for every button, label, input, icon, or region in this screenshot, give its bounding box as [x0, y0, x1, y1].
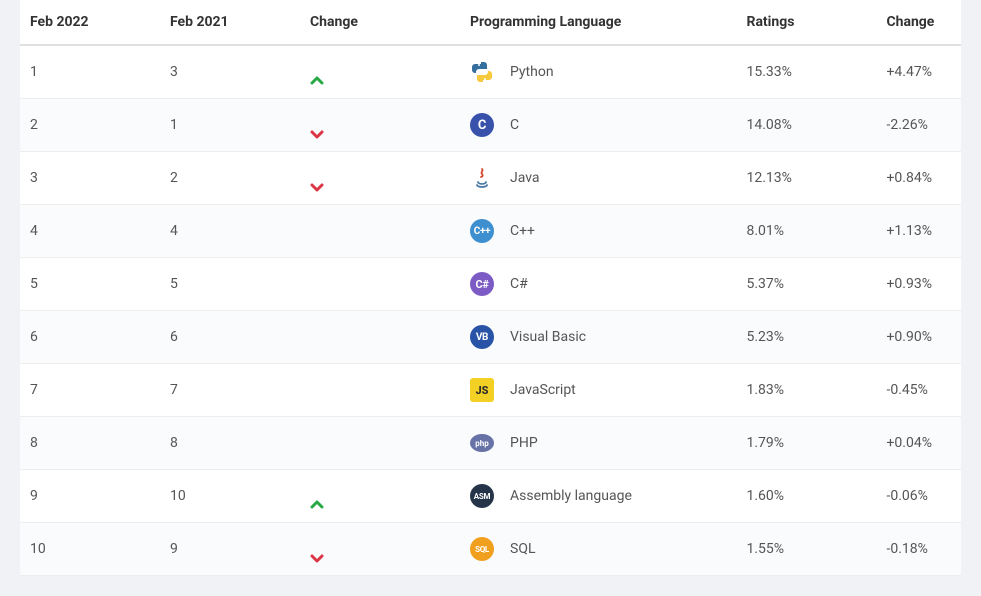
cell-change: +1.13%: [876, 205, 961, 258]
table-row: 77 JSJavaScript1.83%-0.45%: [20, 364, 961, 417]
cell-trend: [300, 205, 460, 258]
cpp-icon: C++: [470, 219, 494, 243]
cell-change: -0.18%: [876, 523, 961, 576]
js-icon: JS: [470, 378, 494, 402]
table-row: 21CC14.08%-2.26%: [20, 99, 961, 152]
sql-icon: SQL: [470, 537, 494, 561]
cell-feb2022: 6: [20, 311, 160, 364]
cell-language: Assembly language: [500, 470, 736, 523]
cell-change: +0.04%: [876, 417, 961, 470]
cell-feb2022: 10: [20, 523, 160, 576]
php-icon: php: [470, 431, 494, 455]
cell-language: C++: [500, 205, 736, 258]
cell-lang-icon: VB: [460, 311, 500, 364]
cell-language: Visual Basic: [500, 311, 736, 364]
cell-lang-icon: [460, 45, 500, 99]
java-icon: [470, 166, 494, 190]
cell-trend: [300, 311, 460, 364]
cell-lang-icon: [460, 152, 500, 205]
cell-language: JavaScript: [500, 364, 736, 417]
cell-feb2022: 4: [20, 205, 160, 258]
header-feb2022: Feb 2022: [20, 0, 160, 45]
table-row: 13 Python15.33%+4.47%: [20, 45, 961, 99]
cell-language: Java: [500, 152, 736, 205]
cell-lang-icon: php: [460, 417, 500, 470]
cell-change: +0.93%: [876, 258, 961, 311]
header-change: Change: [876, 0, 961, 45]
cell-trend: [300, 364, 460, 417]
cell-feb2021: 2: [160, 152, 300, 205]
asm-icon: ASM: [470, 484, 494, 508]
cell-trend: [300, 417, 460, 470]
cell-trend: [300, 45, 460, 99]
cell-language: C: [500, 99, 736, 152]
cell-language: PHP: [500, 417, 736, 470]
csharp-icon: C#: [470, 272, 494, 296]
cell-ratings: 1.60%: [736, 470, 876, 523]
table-row: 32 Java12.13%+0.84%: [20, 152, 961, 205]
cell-change: -2.26%: [876, 99, 961, 152]
cell-change: +0.84%: [876, 152, 961, 205]
table-row: 910 ASMAssembly language1.60%-0.06%: [20, 470, 961, 523]
header-feb2021: Feb 2021: [160, 0, 300, 45]
header-trend: Change: [300, 0, 460, 45]
cell-lang-icon: C#: [460, 258, 500, 311]
cell-change: +0.90%: [876, 311, 961, 364]
cell-trend: [300, 258, 460, 311]
cell-ratings: 15.33%: [736, 45, 876, 99]
cell-trend: [300, 523, 460, 576]
vb-icon: VB: [470, 325, 494, 349]
cell-feb2022: 3: [20, 152, 160, 205]
cell-ratings: 8.01%: [736, 205, 876, 258]
cell-ratings: 1.83%: [736, 364, 876, 417]
cell-ratings: 5.37%: [736, 258, 876, 311]
cell-feb2022: 9: [20, 470, 160, 523]
header-language: Programming Language: [460, 0, 736, 45]
table-row: 55C#C#5.37%+0.93%: [20, 258, 961, 311]
cell-ratings: 5.23%: [736, 311, 876, 364]
cell-trend: [300, 152, 460, 205]
cell-lang-icon: C++: [460, 205, 500, 258]
cell-lang-icon: SQL: [460, 523, 500, 576]
cell-trend: [300, 99, 460, 152]
c-icon: C: [470, 113, 494, 137]
rankings-table: Feb 2022 Feb 2021 Change Programming Lan…: [20, 0, 961, 576]
table-header-row: Feb 2022 Feb 2021 Change Programming Lan…: [20, 0, 961, 45]
table-row: 109SQLSQL1.55%-0.18%: [20, 523, 961, 576]
cell-feb2022: 8: [20, 417, 160, 470]
cell-feb2022: 7: [20, 364, 160, 417]
cell-change: +4.47%: [876, 45, 961, 99]
cell-feb2021: 9: [160, 523, 300, 576]
cell-change: -0.45%: [876, 364, 961, 417]
cell-feb2022: 5: [20, 258, 160, 311]
cell-lang-icon: JS: [460, 364, 500, 417]
cell-feb2021: 6: [160, 311, 300, 364]
cell-language: Python: [500, 45, 736, 99]
cell-language: C#: [500, 258, 736, 311]
cell-feb2021: 4: [160, 205, 300, 258]
cell-feb2021: 7: [160, 364, 300, 417]
header-ratings: Ratings: [736, 0, 876, 45]
cell-lang-icon: ASM: [460, 470, 500, 523]
cell-feb2022: 1: [20, 45, 160, 99]
cell-feb2021: 1: [160, 99, 300, 152]
cell-feb2022: 2: [20, 99, 160, 152]
cell-lang-icon: C: [460, 99, 500, 152]
cell-ratings: 1.55%: [736, 523, 876, 576]
cell-change: -0.06%: [876, 470, 961, 523]
table-row: 44C++C++8.01%+1.13%: [20, 205, 961, 258]
cell-ratings: 12.13%: [736, 152, 876, 205]
cell-feb2021: 10: [160, 470, 300, 523]
cell-ratings: 14.08%: [736, 99, 876, 152]
cell-ratings: 1.79%: [736, 417, 876, 470]
table-row: 88 phpPHP1.79%+0.04%: [20, 417, 961, 470]
cell-feb2021: 8: [160, 417, 300, 470]
cell-feb2021: 5: [160, 258, 300, 311]
python-icon: [470, 60, 494, 84]
table-row: 66 VBVisual Basic5.23%+0.90%: [20, 311, 961, 364]
cell-trend: [300, 470, 460, 523]
cell-language: SQL: [500, 523, 736, 576]
cell-feb2021: 3: [160, 45, 300, 99]
